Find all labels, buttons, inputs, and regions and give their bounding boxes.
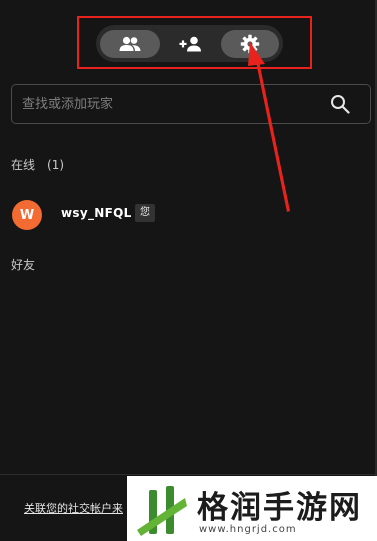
online-section-header: 在线 (1) [11, 156, 64, 173]
tab-add-friend[interactable] [162, 30, 219, 58]
tab-switcher [96, 25, 283, 62]
friends-section-title: 好友 [11, 258, 36, 272]
avatar: W [12, 200, 42, 230]
player-name: wsy_NFQL [61, 206, 132, 220]
watermark-title: 格润手游网 [197, 490, 362, 526]
online-section-title: 在线 [11, 158, 36, 172]
tab-settings[interactable] [221, 30, 279, 58]
search-box [11, 84, 371, 124]
search-input[interactable] [22, 93, 312, 115]
watermark-url: www.hngrjd.com [199, 524, 297, 535]
footer-divider [0, 474, 375, 475]
app-window: 在线 (1) W wsy_NFQL 您 好友 关联您的社交帐户来 格润手游网 ww… [0, 0, 377, 541]
tab-friends[interactable] [100, 30, 160, 58]
online-count: (1) [47, 158, 65, 172]
person-add-icon [179, 36, 201, 52]
watermark-logo [137, 486, 187, 536]
friends-panel: 在线 (1) W wsy_NFQL 您 好友 关联您的社交帐户来 [0, 0, 375, 541]
list-item[interactable]: W wsy_NFQL 您 [8, 197, 368, 231]
link-social-accounts[interactable]: 关联您的社交帐户来 [24, 500, 123, 516]
watermark: 格润手游网 www.hngrjd.com [127, 476, 377, 541]
search-icon[interactable] [330, 94, 350, 114]
gear-icon [240, 34, 260, 54]
people-icon [119, 36, 141, 51]
avatar-letter: W [19, 207, 35, 223]
you-badge: 您 [135, 204, 155, 222]
